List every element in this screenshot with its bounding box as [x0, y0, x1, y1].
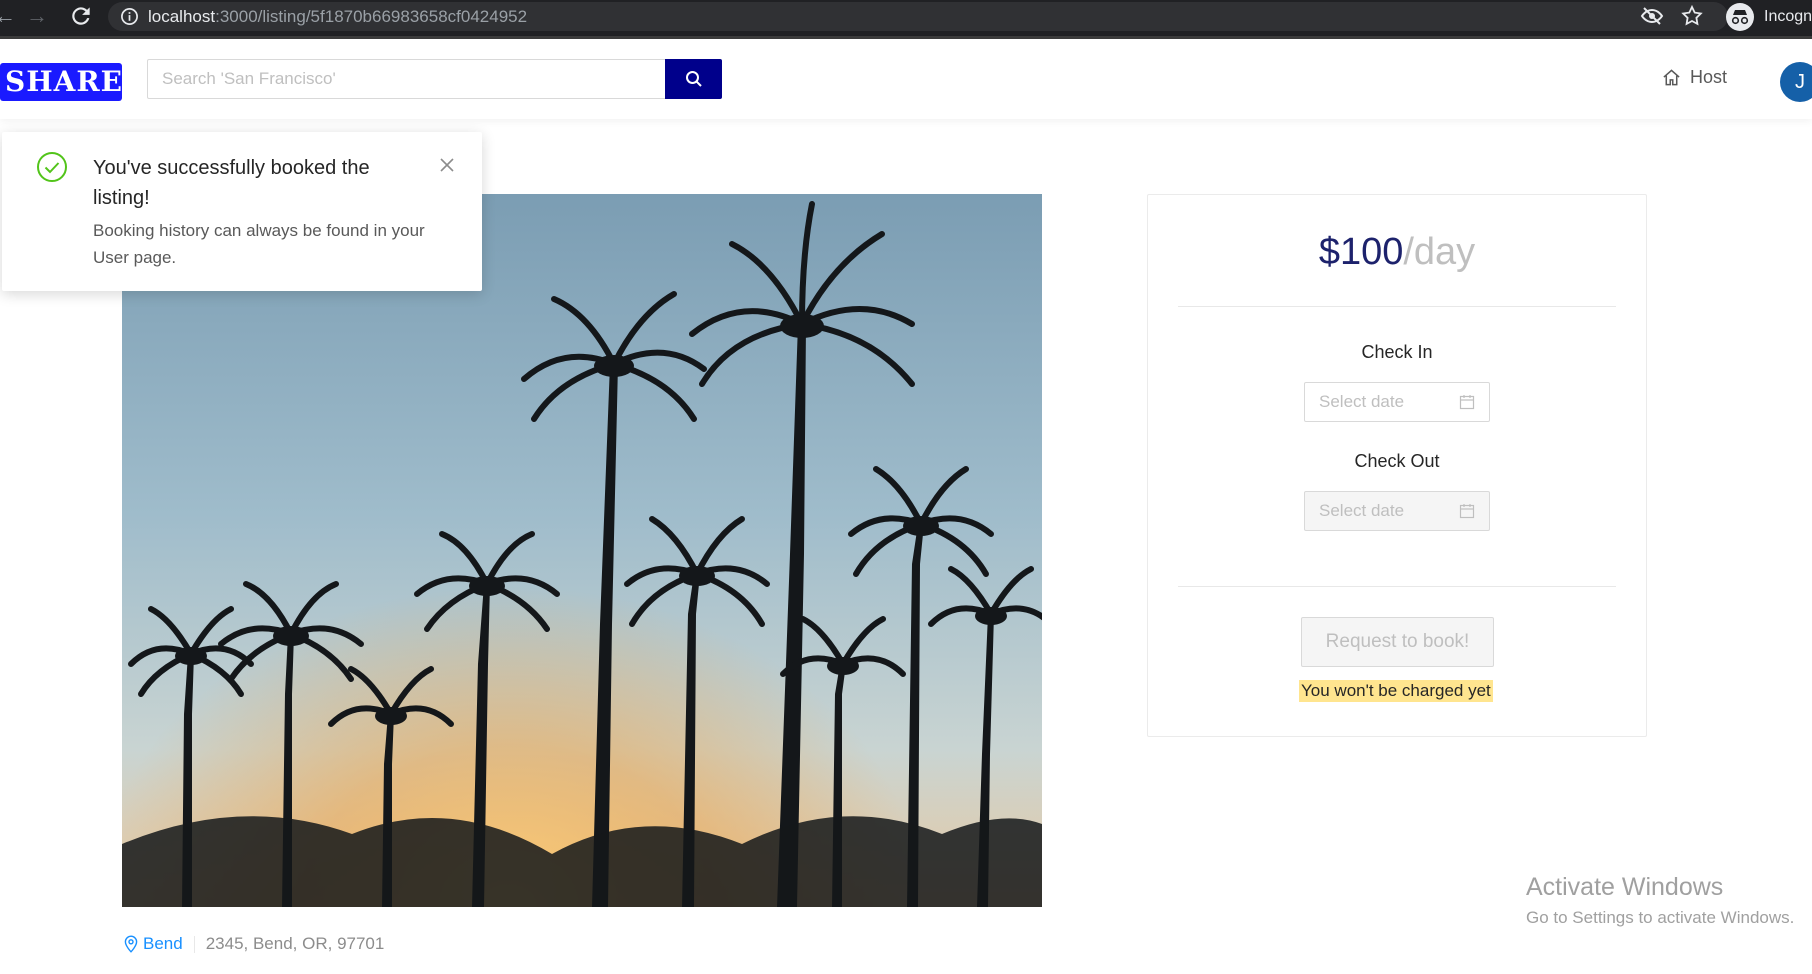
profile-menu[interactable]: Incogn	[1726, 3, 1812, 31]
address-text: 2345, Bend, OR, 97701	[205, 934, 385, 953]
price-unit: /day	[1403, 231, 1476, 273]
booking-card: $100/day Check In Select date Check Out …	[1147, 194, 1647, 737]
logo[interactable]: SHARE	[0, 63, 122, 101]
windows-activation-watermark: Activate Windows Go to Settings to activ…	[1526, 873, 1794, 928]
divider	[193, 935, 195, 953]
browser-toolbar: ← → localhost:3000/listing/5f1870b669836…	[0, 0, 1812, 39]
eye-off-icon[interactable]	[1640, 4, 1664, 28]
charge-note: You won't be charged yet	[1299, 680, 1493, 702]
avatar[interactable]: J	[1780, 62, 1812, 102]
search-input[interactable]	[147, 59, 665, 99]
check-in-placeholder: Select date	[1319, 392, 1405, 411]
address-bar[interactable]: localhost:3000/listing/5f1870b66983658cf…	[108, 2, 1728, 31]
check-circle-icon	[37, 152, 67, 182]
back-arrow-icon[interactable]: ←	[0, 4, 16, 28]
url-text: localhost:3000/listing/5f1870b66983658cf…	[148, 7, 528, 26]
check-in-label: Check In	[1361, 342, 1433, 362]
host-label: Host	[1690, 67, 1728, 87]
app-header: SHARE Host J	[0, 39, 1812, 119]
notification-title: You've successfully booked the listing!	[93, 157, 370, 209]
city-link[interactable]: Bend	[123, 934, 183, 954]
star-icon[interactable]	[1680, 4, 1704, 28]
listing-location: Bend 2345, Bend, OR, 97701	[123, 934, 384, 954]
check-out-placeholder: Select date	[1319, 501, 1405, 520]
check-in-date-picker[interactable]: Select date	[1304, 382, 1490, 422]
profile-label: Incogn	[1764, 8, 1812, 25]
watermark-title: Activate Windows	[1526, 873, 1724, 901]
check-out-label: Check Out	[1354, 451, 1440, 471]
search-icon	[685, 71, 702, 87]
incognito-icon	[1726, 3, 1754, 31]
calendar-icon	[1459, 395, 1475, 410]
host-link[interactable]: Host	[1662, 67, 1727, 88]
divider	[1178, 306, 1616, 307]
watermark-subtitle: Go to Settings to activate Windows.	[1526, 908, 1795, 927]
listing-image	[122, 194, 1042, 907]
reload-icon[interactable]	[68, 3, 94, 29]
info-icon[interactable]	[120, 7, 139, 26]
notification-description: Booking history can always be found in y…	[93, 221, 425, 267]
calendar-icon	[1459, 504, 1475, 519]
divider	[1178, 586, 1616, 587]
search-button[interactable]	[665, 59, 722, 99]
request-to-book-button[interactable]: Request to book!	[1301, 617, 1494, 667]
price-amount: $100	[1318, 231, 1404, 273]
city-label: Bend	[143, 934, 183, 953]
forward-arrow-icon[interactable]: →	[26, 4, 48, 28]
success-notification: You've successfully booked the listing! …	[2, 132, 482, 291]
price: $100/day	[1148, 231, 1646, 274]
close-icon[interactable]	[436, 154, 458, 176]
location-pin-icon	[124, 935, 138, 953]
home-icon	[1663, 69, 1680, 86]
check-out-date-picker[interactable]: Select date	[1304, 491, 1490, 531]
